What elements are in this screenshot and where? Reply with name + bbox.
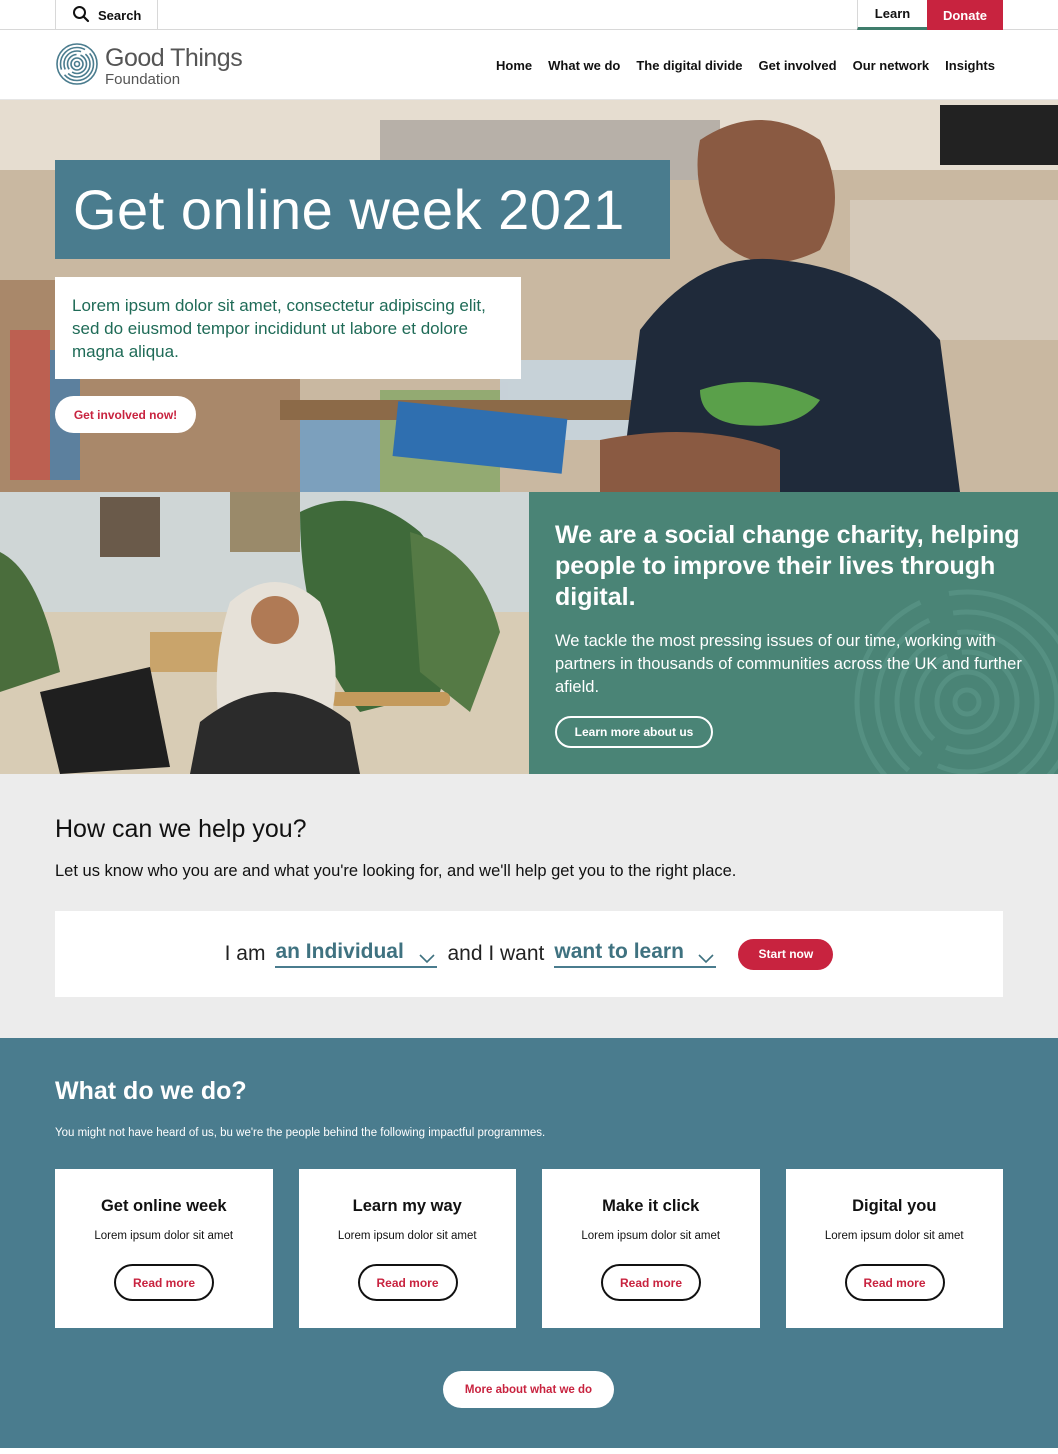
read-more-button[interactable]: Read more — [357, 1264, 458, 1301]
search-label: Search — [98, 7, 142, 23]
mission-heading: We are a social change charity, helping … — [555, 521, 1020, 611]
more-about-what-we-do-button[interactable]: More about what we do — [443, 1371, 614, 1408]
card-text: Lorem ipsum dolor sit amet — [94, 1230, 234, 1242]
what-subtitle: You might not have heard of us, bu we're… — [55, 1127, 546, 1139]
start-now-button[interactable]: Start now — [738, 938, 834, 970]
card-title: Get online week — [100, 1197, 227, 1215]
hero-text-box: Lorem ipsum dolor sit amet, consectetur … — [55, 277, 521, 379]
logo-subname: Foundation — [105, 71, 181, 88]
programme-card: Digital you Lorem ipsum dolor sit amet R… — [785, 1169, 1003, 1328]
learn-tab[interactable]: Learn — [857, 0, 927, 30]
card-text: Lorem ipsum dolor sit amet — [824, 1230, 964, 1242]
programme-card: Learn my way Lorem ipsum dolor sit amet … — [298, 1169, 516, 1328]
site-header: Good Things Foundation Home What we do T… — [0, 30, 1058, 100]
mission-section: We are a social change charity, helping … — [529, 492, 1058, 774]
learn-more-about-us-button[interactable]: Learn more about us — [555, 716, 713, 748]
programme-cards: Get online week Lorem ipsum dolor sit am… — [55, 1169, 1003, 1328]
donate-button[interactable]: Donate — [927, 0, 1003, 30]
card-title: Digital you — [852, 1197, 937, 1215]
search-button[interactable]: Search — [55, 0, 158, 30]
hero-title-box: Get online week 2021 — [55, 160, 670, 259]
fingerprint-logo-icon — [55, 42, 99, 91]
help-title: How can we help you? — [55, 815, 307, 843]
chevron-down-icon — [698, 946, 714, 970]
read-more-button[interactable]: Read more — [601, 1264, 701, 1301]
help-section: How can we help you? Let us know who you… — [0, 774, 1058, 1038]
nav-our-network[interactable]: Our network — [853, 58, 930, 73]
mission-photo — [0, 492, 529, 774]
main-nav: Home What we do The digital divide Get i… — [496, 30, 995, 100]
form-prefix-text: I am — [224, 942, 266, 965]
logo[interactable]: Good Things Foundation — [55, 42, 243, 91]
hero-text: Lorem ipsum dolor sit amet, consectetur … — [72, 296, 486, 361]
search-icon — [72, 5, 90, 26]
logo-name: Good Things — [105, 44, 243, 72]
page-bottom-strip — [0, 1448, 1058, 1454]
read-more-button[interactable]: Read more — [844, 1264, 945, 1301]
utility-bar: Search Learn Donate — [0, 0, 1058, 30]
card-text: Lorem ipsum dolor sit amet — [581, 1230, 721, 1242]
form-middle-text: and I want — [447, 942, 545, 965]
want-select-value: want to learn — [554, 940, 684, 963]
mission-text: We tackle the most pressing issues of ou… — [555, 632, 1022, 696]
chevron-down-icon — [419, 946, 436, 970]
nav-digital-divide[interactable]: The digital divide — [636, 58, 742, 73]
programme-card: Get online week Lorem ipsum dolor sit am… — [55, 1169, 273, 1328]
get-involved-button[interactable]: Get involved now! — [55, 396, 196, 433]
what-we-do-section: What do we do? You might not have heard … — [0, 1038, 1058, 1448]
nav-home[interactable]: Home — [496, 58, 532, 73]
programme-card: Make it click Lorem ipsum dolor sit amet… — [542, 1169, 760, 1328]
help-subtitle: Let us know who you are and what you're … — [55, 862, 737, 880]
read-more-button[interactable]: Read more — [114, 1264, 214, 1301]
card-text: Lorem ipsum dolor sit amet — [337, 1230, 477, 1242]
hero-banner: Get online week 2021 Lorem ipsum dolor s… — [0, 100, 1058, 492]
card-title: Make it click — [602, 1197, 700, 1215]
nav-what-we-do[interactable]: What we do — [548, 58, 620, 73]
hero-title: Get online week 2021 — [73, 178, 625, 241]
nav-get-involved[interactable]: Get involved — [759, 58, 837, 73]
who-select-value: an Individual — [275, 940, 404, 963]
nav-insights[interactable]: Insights — [945, 58, 995, 73]
card-title: Learn my way — [352, 1197, 462, 1215]
want-select[interactable]: want to learn — [554, 940, 717, 970]
help-form: I am an Individual and I want want to le… — [55, 911, 1003, 997]
what-title: What do we do? — [55, 1077, 247, 1105]
who-select[interactable]: an Individual — [275, 940, 438, 970]
